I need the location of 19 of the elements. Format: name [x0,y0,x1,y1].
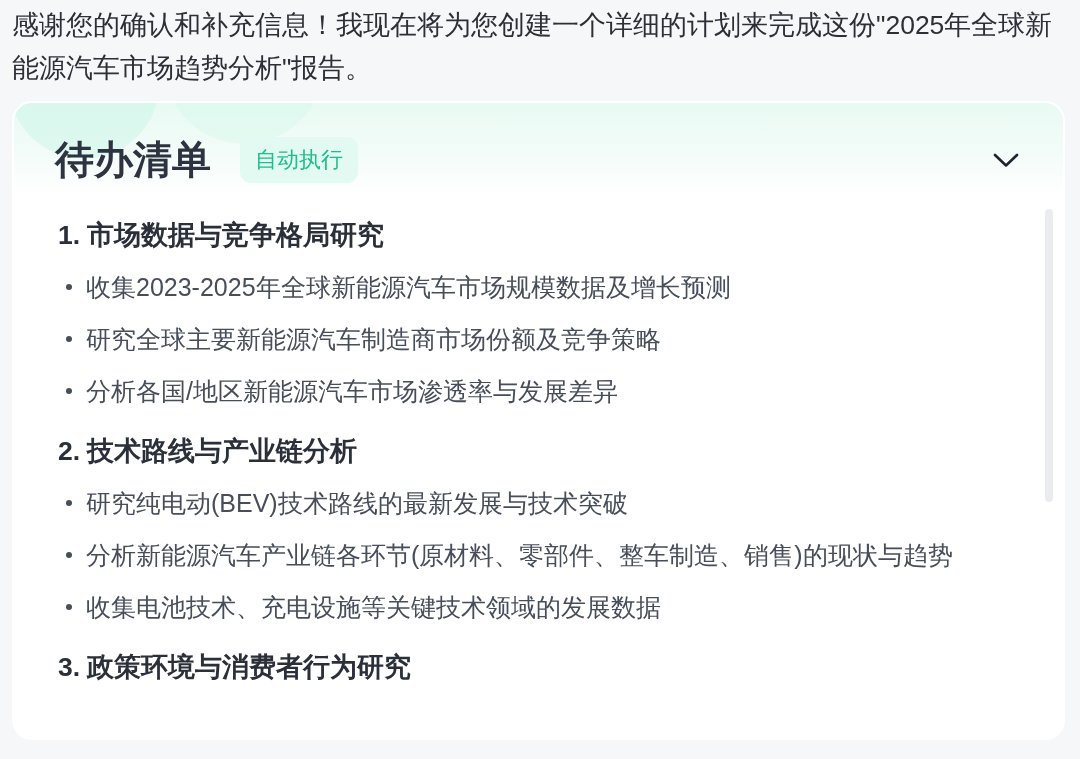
task-item: 收集电池技术、充电设施等关键技术领域的发展数据 [86,592,661,623]
bullet-icon [66,284,72,290]
chevron-down-icon[interactable] [993,152,1019,168]
bullet-icon [66,336,72,342]
task-item: 研究纯电动(BEV)技术路线的最新发展与技术突破 [86,488,628,519]
section-heading: 2. 技术路线与产业链分析 [58,435,358,468]
task-item: 研究全球主要新能源汽车制造商市场份额及竞争策略 [86,324,661,355]
task-item: 收集2023-2025年全球新能源汽车市场规模数据及增长预测 [86,272,731,303]
bullet-icon [66,388,72,394]
task-item: 分析各国/地区新能源汽车市场渗透率与发展差异 [86,376,618,407]
card-title: 待办清单 [55,137,211,183]
bullet-icon [66,604,72,610]
section-heading: 1. 市场数据与竞争格局研究 [58,219,385,252]
task-item: 分析新能源汽车产业链各环节(原材料、零部件、整车制造、销售)的现状与趋势 [86,540,953,571]
bullet-icon [66,552,72,558]
bullet-icon [66,500,72,506]
status-badge: 自动执行 [240,137,358,183]
intro-text: 感谢您的确认和补充信息！我现在将为您创建一个详细的计划来完成这份"2025年全球新能源汽车市场趋势分析"报告。 [12,9,1054,85]
section-heading: 3. 政策环境与消费者行为研究 [58,651,412,684]
